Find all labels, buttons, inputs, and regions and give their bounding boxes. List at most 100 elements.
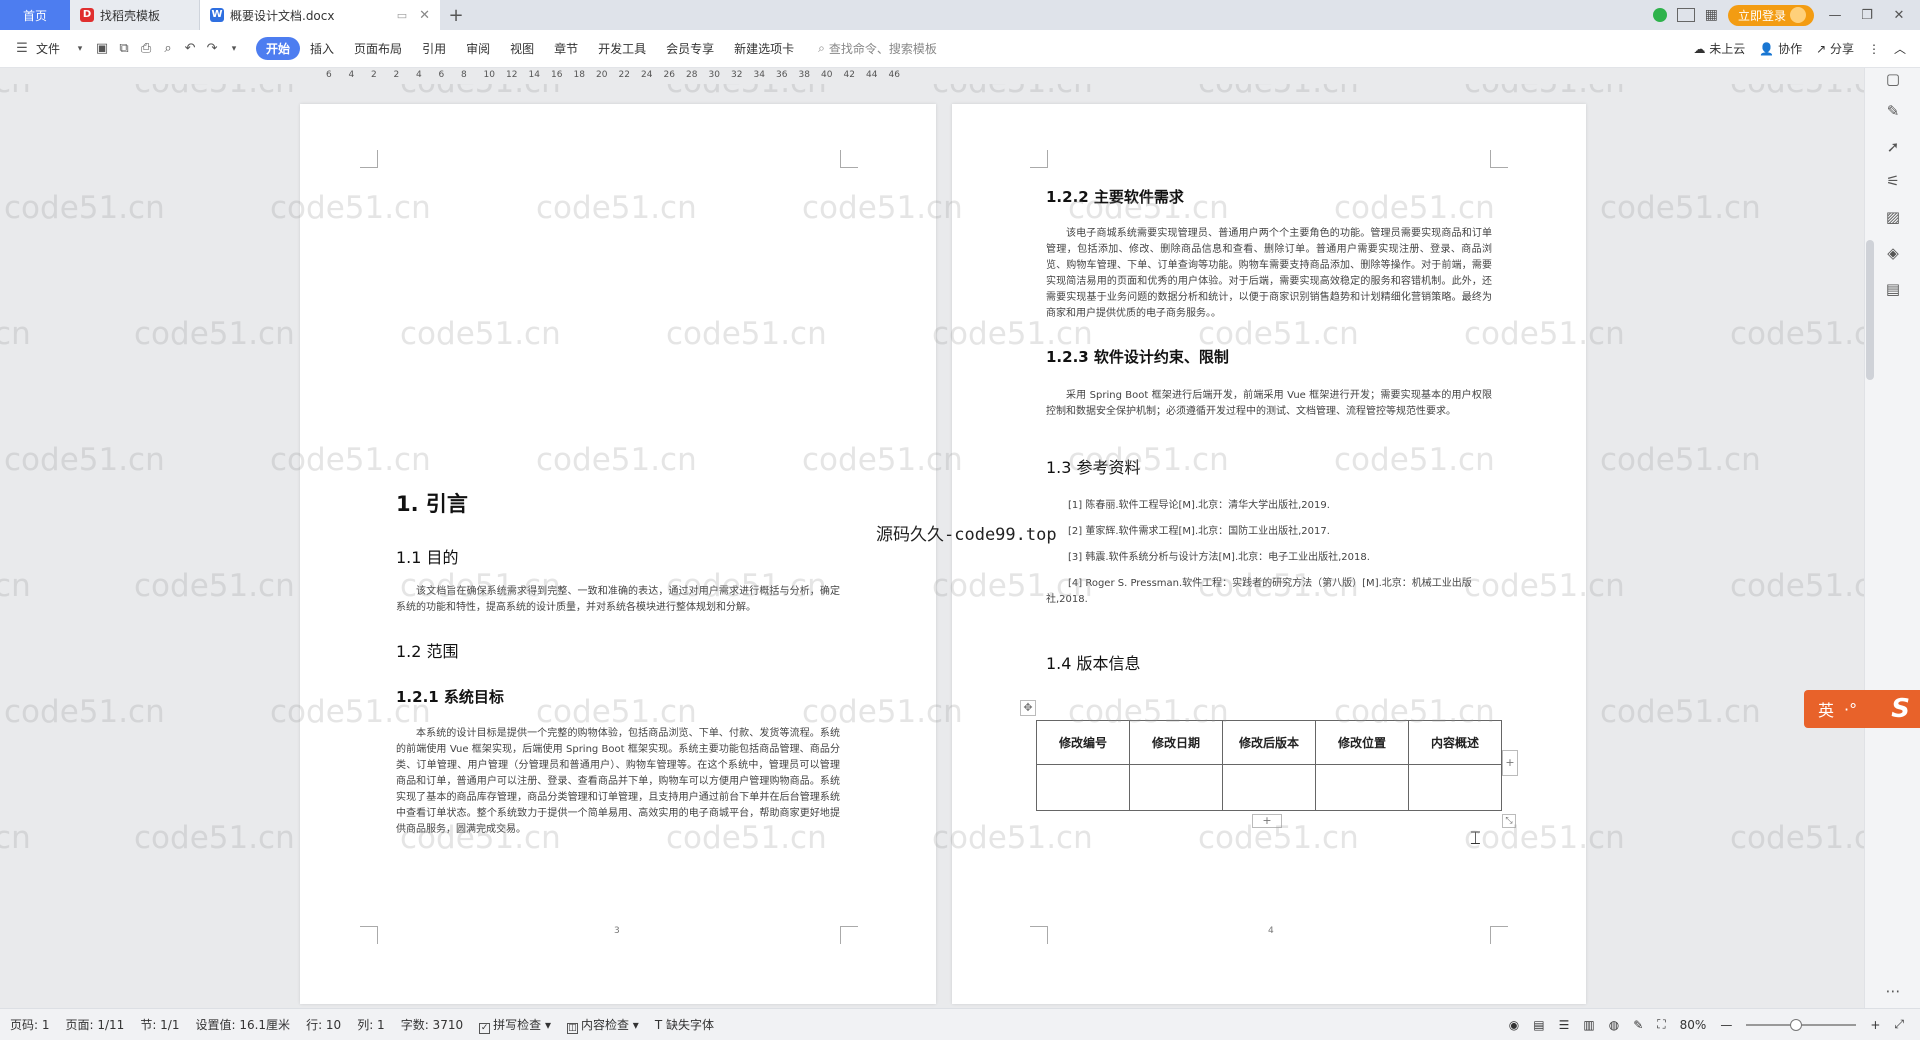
version-table[interactable]: 修改编号 修改日期 修改后版本 修改位置 内容概述 <box>1036 720 1502 811</box>
zoom-slider-knob[interactable] <box>1790 1018 1803 1031</box>
fullscreen-icon[interactable]: ⤢ <box>1894 1017 1904 1032</box>
content-check-icon: ◫ <box>566 1022 578 1034</box>
more-tools-icon[interactable]: ⋯ <box>1883 982 1903 1002</box>
tab-template[interactable]: D 找稻壳模板 <box>70 0 200 30</box>
login-button[interactable]: 立即登录 <box>1727 4 1814 26</box>
paragraph-main-requirements: 该电子商城系统需要实现管理员、普通用户两个个主要角色的功能。管理员需要实现商品和… <box>1046 228 1492 319</box>
chevron-down-icon[interactable]: ▾ <box>70 44 90 54</box>
adjust-icon[interactable]: ⚟ <box>1883 172 1903 192</box>
tab-view[interactable]: 视图 <box>500 37 544 60</box>
minimize-icon[interactable]: — <box>1824 8 1846 23</box>
status-row[interactable]: 行: 10 <box>306 1016 341 1033</box>
outline-view-icon[interactable]: ☰ <box>1559 1018 1570 1032</box>
redo-icon[interactable]: ↷ <box>202 41 222 56</box>
web-view-icon[interactable]: ◍ <box>1609 1018 1619 1032</box>
close-window-icon[interactable]: ✕ <box>1888 8 1910 23</box>
more-icon[interactable]: ⋮ <box>1868 42 1880 56</box>
table-cell[interactable] <box>1315 764 1409 811</box>
print-icon[interactable]: ⎙ <box>136 41 156 56</box>
zoom-value[interactable]: 80% <box>1680 1018 1707 1032</box>
ruler-mark: 18 <box>573 70 585 80</box>
status-page[interactable]: 页面: 1/11 <box>66 1016 125 1033</box>
tab-member[interactable]: 会员专享 <box>656 37 724 60</box>
document-canvas[interactable]: 1. 引言 1.1 目的 该文档旨在确保系统需求得到完整、一致和准确的表达，通过… <box>0 84 1864 1008</box>
apps-grid-icon[interactable]: ▦ <box>1705 7 1718 23</box>
ime-toolbar[interactable]: 英 ·° S <box>1804 690 1920 728</box>
vertical-scrollbar[interactable] <box>1866 240 1874 380</box>
preview-icon[interactable]: ⌕ <box>158 41 178 56</box>
table-resize-handle[interactable]: ⤡ <box>1502 814 1516 828</box>
table-header-cell[interactable]: 修改日期 <box>1129 720 1223 765</box>
missing-font-button[interactable]: T 缺失字体 <box>655 1016 714 1033</box>
table-cell[interactable] <box>1222 764 1316 811</box>
tab-references[interactable]: 引用 <box>412 37 456 60</box>
collapse-ribbon-icon[interactable]: ︿ <box>1894 40 1906 57</box>
status-words[interactable]: 字数: 3710 <box>401 1016 463 1033</box>
tab-devtools[interactable]: 开发工具 <box>588 37 656 60</box>
eye-protect-icon[interactable]: ◉ <box>1509 1018 1519 1032</box>
table-move-handle[interactable]: ✥ <box>1020 700 1036 716</box>
table-header-cell[interactable]: 内容概述 <box>1408 720 1502 765</box>
table-header-cell[interactable]: 修改后版本 <box>1222 720 1316 765</box>
ruler[interactable]: 6 4 2 2 4 6 8 10 12 14 16 18 20 22 24 26 28 30 32 34 36 38 40 4… <box>320 68 920 84</box>
monitor-icon[interactable]: ▭ <box>397 9 407 22</box>
page-icon[interactable]: ▢ <box>1883 70 1903 90</box>
ruler-mark: 28 <box>686 70 698 80</box>
tab-new[interactable]: 新建选项卡 <box>724 37 804 60</box>
book-icon[interactable]: ▤ <box>1883 280 1903 300</box>
edit-icon[interactable]: ✎ <box>1883 102 1903 122</box>
page-3[interactable]: 1. 引言 1.1 目的 该文档旨在确保系统需求得到完整、一致和准确的表达，通过… <box>300 104 936 1004</box>
upload-status-icon[interactable] <box>1652 8 1667 22</box>
add-column-button[interactable]: + <box>1502 750 1518 776</box>
layout-icon[interactable] <box>1676 8 1695 22</box>
tab-document[interactable]: W 概要设计文档.docx ▭ ✕ <box>200 0 440 30</box>
page-view-icon[interactable]: ▤ <box>1533 1018 1544 1032</box>
table-cell[interactable] <box>1408 764 1502 811</box>
zoom-slider[interactable] <box>1746 1018 1857 1031</box>
more-quick-icon[interactable]: ▾ <box>224 44 244 54</box>
status-section[interactable]: 节: 1/1 <box>140 1016 179 1033</box>
tab-start[interactable]: 开始 <box>256 37 301 60</box>
save-icon[interactable]: ▣ <box>92 41 112 56</box>
tab-layout[interactable]: 页面布局 <box>344 37 412 60</box>
word-doc-icon: W <box>210 8 224 22</box>
restore-icon[interactable]: ❐ <box>1856 8 1878 23</box>
table-header-cell[interactable]: 修改编号 <box>1036 720 1130 765</box>
status-col[interactable]: 列: 1 <box>357 1016 385 1033</box>
zoom-in-icon[interactable]: + <box>1870 1018 1880 1032</box>
command-search[interactable]: ⌕ 查找命令、搜索模板 <box>818 40 937 57</box>
read-view-icon[interactable]: ▥ <box>1583 1018 1594 1032</box>
image-icon[interactable]: ▨ <box>1883 208 1903 228</box>
tab-review[interactable]: 审阅 <box>456 37 500 60</box>
page-4[interactable]: 1.2.2 主要软件需求 该电子商城系统需要实现管理员、普通用户两个个主要角色的… <box>952 104 1586 1004</box>
spell-check-toggle[interactable]: ✓ 拼写检查 ▾ <box>479 1016 551 1034</box>
ruler-mark: 36 <box>776 70 788 80</box>
content-check-toggle[interactable]: ◫ 内容检查 ▾ <box>566 1016 639 1034</box>
location-icon[interactable]: ◈ <box>1883 244 1903 264</box>
table-cell[interactable] <box>1129 764 1223 811</box>
cloud-button[interactable]: ☁ 未上云 <box>1693 40 1745 57</box>
watermark: code51.cn <box>134 820 295 856</box>
select-icon[interactable]: ➚ <box>1883 138 1903 158</box>
watermark: code51.cn <box>134 84 295 100</box>
zoom-out-icon[interactable]: — <box>1720 1018 1732 1032</box>
hamburger-icon[interactable]: ☰ <box>12 41 32 56</box>
tab-insert[interactable]: 插入 <box>300 37 344 60</box>
file-menu[interactable]: 文件 <box>34 37 70 60</box>
heading-1: 1. 引言 <box>396 492 468 516</box>
undo-icon[interactable]: ↶ <box>180 41 200 56</box>
share-button[interactable]: ↗ 分享 <box>1816 40 1854 57</box>
new-tab-button[interactable]: + <box>440 0 472 30</box>
collab-button[interactable]: 👤 协作 <box>1759 40 1802 57</box>
close-tab-icon[interactable]: ✕ <box>419 8 430 23</box>
tab-chapter[interactable]: 章节 <box>544 37 588 60</box>
fit-page-icon[interactable]: ⛶ <box>1657 1017 1665 1032</box>
tab-home[interactable]: 首页 <box>0 0 70 30</box>
table-cell[interactable] <box>1036 764 1130 811</box>
status-page-code[interactable]: 页码: 1 <box>10 1016 50 1033</box>
add-row-button[interactable]: + <box>1252 814 1282 828</box>
pen-icon[interactable]: ✎ <box>1633 1018 1643 1032</box>
table-header-cell[interactable]: 修改位置 <box>1315 720 1409 765</box>
export-icon[interactable]: ⧉ <box>114 41 134 56</box>
status-setting[interactable]: 设置值: 16.1厘米 <box>195 1016 290 1033</box>
